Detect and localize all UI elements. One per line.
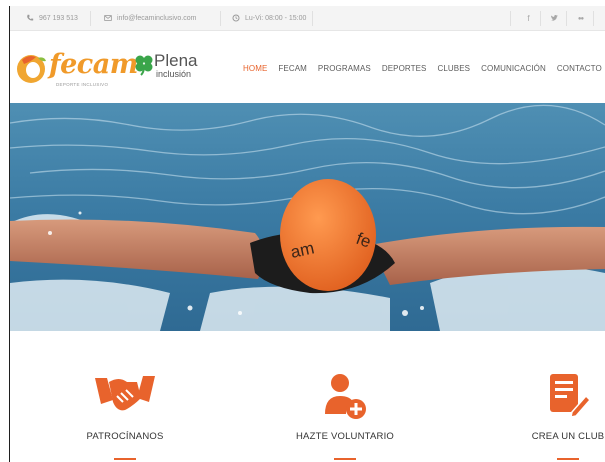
nav-deportes[interactable]: DEPORTES xyxy=(382,64,427,73)
feature-volunteer[interactable]: HAZTE VOLUNTARIO xyxy=(275,372,415,460)
email-contact[interactable]: info@fecaminclusivo.com xyxy=(104,14,196,22)
feature-label: CREA UN CLUB xyxy=(531,431,605,442)
nav-clubes[interactable]: CLUBES xyxy=(438,64,471,73)
fecam-logo-mark-icon xyxy=(17,55,46,83)
divider xyxy=(566,11,567,26)
clock-icon xyxy=(232,14,240,22)
divider xyxy=(312,11,313,26)
add-user-icon xyxy=(325,374,366,419)
phone-number: 967 193 513 xyxy=(39,14,78,22)
divider xyxy=(220,11,221,26)
nav-contacto[interactable]: CONTACTO xyxy=(557,64,602,73)
brand-name: fecam xyxy=(49,49,138,80)
site-header: fecam DEPORTE INCLUSIVO Plena inclusión … xyxy=(10,32,605,102)
divider xyxy=(593,11,594,26)
mail-icon xyxy=(104,15,112,21)
feature-underline xyxy=(114,458,136,460)
email-address: info@fecaminclusivo.com xyxy=(117,14,197,22)
feature-underline xyxy=(334,458,356,460)
partner-subtitle: inclusión xyxy=(156,69,192,79)
feature-sponsor[interactable]: PATROCÍNANOS xyxy=(55,372,195,460)
edit-document-icon xyxy=(550,374,590,418)
swimmer-photo: am fe xyxy=(10,103,605,331)
divider xyxy=(540,11,541,26)
clover-icon xyxy=(135,55,153,76)
feature-create-club[interactable]: CREA UN CLUB xyxy=(498,372,605,460)
top-info-bar: 967 193 513 info@fecaminclusivo.com Lu-V… xyxy=(10,6,605,31)
brand-tagline: DEPORTE INCLUSIVO xyxy=(56,82,109,87)
feature-label: HAZTE VOLUNTARIO xyxy=(295,431,395,442)
fecam-logo[interactable]: fecam DEPORTE INCLUSIVO xyxy=(14,48,138,88)
plena-inclusion-logo[interactable]: Plena inclusión xyxy=(134,51,214,83)
phone-icon xyxy=(27,14,34,21)
nav-home[interactable]: HOME xyxy=(243,64,267,73)
nav-programas[interactable]: PROGRAMAS xyxy=(318,64,371,73)
feature-label: PATROCÍNANOS xyxy=(86,431,164,442)
handshake-icon xyxy=(95,376,155,411)
main-nav: HOME FECAM PROGRAMAS DEPORTES CLUBES COM… xyxy=(243,64,605,73)
flickr-icon[interactable]: ●● xyxy=(568,6,593,31)
hours-text: Lu-Vi: 08:00 - 15:00 xyxy=(245,14,307,22)
divider xyxy=(510,11,511,26)
nav-fecam[interactable]: FECAM xyxy=(278,64,307,73)
phone-contact[interactable]: 967 193 513 xyxy=(26,14,78,22)
twitter-icon[interactable] xyxy=(542,6,567,31)
facebook-icon[interactable]: f xyxy=(516,6,541,31)
office-hours: Lu-Vi: 08:00 - 15:00 xyxy=(232,14,306,22)
divider xyxy=(90,11,91,26)
partner-name: Plena xyxy=(154,51,198,70)
feature-underline xyxy=(557,458,579,460)
hero-image: am fe xyxy=(10,103,605,331)
nav-comunicacion[interactable]: COMUNICACIÓN xyxy=(481,64,546,73)
